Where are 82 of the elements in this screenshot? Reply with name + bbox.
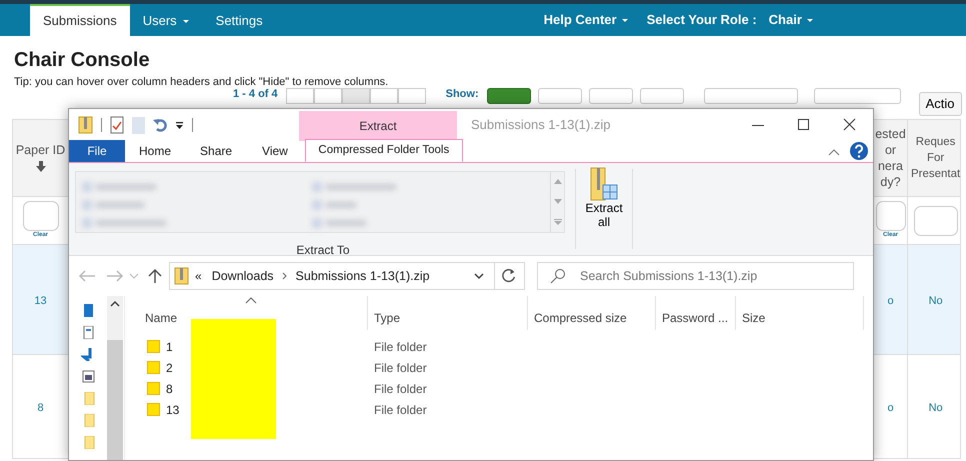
columns-button[interactable] bbox=[814, 88, 901, 104]
properties-icon[interactable] bbox=[110, 116, 124, 134]
document-icon[interactable] bbox=[81, 326, 95, 339]
breadcrumb[interactable]: Submissions 1-13(1).zip bbox=[296, 266, 430, 286]
folder-icon bbox=[147, 382, 160, 395]
folder-icon bbox=[147, 403, 160, 416]
scroll-down-icon[interactable] bbox=[554, 198, 562, 204]
up-icon[interactable] bbox=[147, 268, 163, 284]
zip-folder-icon bbox=[174, 267, 189, 285]
expand-gallery-icon[interactable] bbox=[554, 218, 562, 225]
table-cell: o bbox=[887, 402, 894, 414]
recent-icon[interactable] bbox=[129, 272, 139, 280]
tip-text: Tip: you can hover over column headers and click "Hide" to remove columns. bbox=[14, 76, 390, 89]
undo-icon[interactable] bbox=[153, 118, 167, 132]
help-icon[interactable] bbox=[849, 141, 869, 161]
zip-folder-icon bbox=[78, 116, 93, 134]
column-header[interactable]: Type bbox=[368, 296, 528, 330]
ribbon-tab[interactable]: Share bbox=[185, 140, 248, 162]
file-type: File folder bbox=[373, 338, 427, 356]
file-name[interactable]: 13 bbox=[166, 400, 180, 418]
filter-field[interactable] bbox=[914, 206, 958, 236]
overflow-chevron[interactable]: « bbox=[195, 267, 202, 285]
ribbon-tab[interactable]: Home bbox=[125, 140, 186, 162]
folder-icon bbox=[147, 340, 160, 353]
sort-arrow-icon bbox=[36, 161, 46, 172]
nav-link[interactable]: Chair bbox=[762, 10, 820, 30]
page-size-button[interactable] bbox=[486, 88, 531, 104]
caret-icon bbox=[182, 18, 190, 24]
nav-tab[interactable]: Settings bbox=[202, 4, 276, 36]
ribbon-tab[interactable]: Compressed Folder Tools bbox=[304, 139, 463, 162]
file-type: File folder bbox=[373, 380, 427, 398]
pager-button[interactable] bbox=[370, 88, 398, 104]
pager-button[interactable] bbox=[342, 88, 370, 104]
back-icon[interactable] bbox=[77, 269, 97, 283]
table-cell: No bbox=[928, 294, 943, 306]
table-cell: 13 bbox=[34, 294, 47, 306]
page-title: Chair Console bbox=[14, 48, 151, 72]
extract-all-button[interactable]: Extract all bbox=[580, 163, 628, 255]
search-box[interactable]: Search Submissions 1-13(1).zip bbox=[537, 262, 854, 290]
nav-tab[interactable]: Users bbox=[130, 4, 203, 36]
table-cell: o bbox=[887, 294, 894, 306]
forward-icon[interactable] bbox=[105, 269, 125, 283]
context-tab-label: Extract bbox=[299, 111, 457, 141]
image-icon[interactable] bbox=[81, 370, 95, 383]
collapse-ribbon-icon[interactable] bbox=[827, 147, 841, 157]
pager-button[interactable] bbox=[398, 88, 426, 104]
pager-button[interactable] bbox=[286, 88, 314, 104]
window-title: Submissions 1-13(1).zip bbox=[471, 116, 610, 134]
file-type: File folder bbox=[373, 402, 427, 418]
ribbon-tab[interactable]: View bbox=[247, 140, 303, 162]
action-button[interactable]: Actio bbox=[918, 92, 962, 116]
search-icon bbox=[550, 268, 566, 284]
file-name[interactable]: 8 bbox=[166, 380, 173, 398]
customize-icon[interactable] bbox=[175, 120, 184, 130]
ribbon-tab[interactable]: File bbox=[69, 140, 125, 162]
column-header[interactable]: Compressed size bbox=[528, 296, 656, 330]
pager-button[interactable] bbox=[314, 88, 342, 104]
file-type: File folder bbox=[373, 360, 427, 376]
filter-field[interactable] bbox=[22, 201, 58, 231]
show-label: Show: bbox=[446, 88, 479, 101]
group-label: Extract To bbox=[295, 242, 351, 259]
pager-text: 1 - 4 of 4 bbox=[233, 88, 278, 101]
extract-icon bbox=[590, 167, 618, 201]
nav-tab[interactable]: Submissions bbox=[30, 4, 130, 36]
caret-icon bbox=[620, 16, 629, 24]
nav-link[interactable]: Help Center bbox=[538, 10, 635, 30]
address-bar[interactable]: « Downloads Submissions 1-13(1).zip bbox=[169, 262, 525, 290]
scrollbar[interactable] bbox=[107, 296, 123, 460]
filter-field[interactable] bbox=[876, 201, 906, 231]
sort-caret-icon bbox=[245, 297, 257, 304]
table-cell: No bbox=[928, 402, 943, 414]
folder-icon bbox=[147, 361, 160, 374]
filter-button[interactable] bbox=[704, 88, 798, 104]
nav-link[interactable]: Select Your Role : bbox=[640, 10, 763, 30]
search-field[interactable]: Search Submissions 1-13(1).zip bbox=[578, 266, 838, 286]
table-cell: 8 bbox=[37, 402, 44, 414]
caret-icon bbox=[806, 16, 814, 24]
file-name[interactable]: 1 bbox=[166, 338, 173, 356]
column-header[interactable]: Size bbox=[736, 296, 864, 330]
column-header[interactable]: Password ... bbox=[656, 296, 736, 330]
breadcrumb[interactable]: Downloads bbox=[212, 266, 274, 286]
file-name[interactable]: 2 bbox=[166, 358, 173, 376]
